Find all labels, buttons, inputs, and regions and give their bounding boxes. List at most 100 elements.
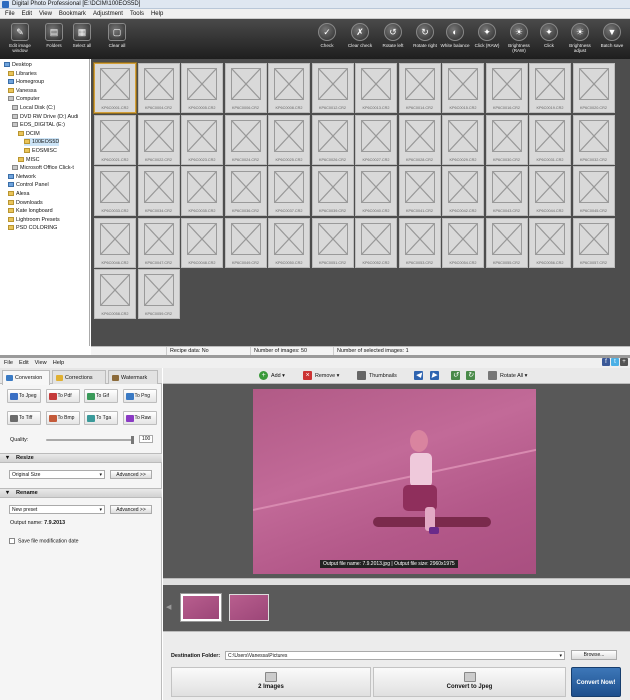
thumbnail[interactable]: KP6C0052.CR2 [355, 217, 397, 268]
edit-image-window-button[interactable]: ✎ Edit image window [3, 21, 37, 57]
thumbnail[interactable]: KP6C0053.CR2 [398, 217, 441, 268]
thumbnail[interactable]: KP6C0045.CR2 [572, 166, 615, 216]
menu-edit[interactable]: Edit [22, 11, 32, 17]
tree-item[interactable]: Homegroup [8, 78, 44, 86]
thumbnail[interactable]: KP6C0006.CR2 [224, 63, 267, 113]
save-mod-date-checkbox[interactable]: Save file modification date [9, 538, 79, 544]
clear-all-button[interactable]: ▢ Clear all [100, 21, 134, 57]
thumbnail[interactable]: KP6C0051.CR2 [311, 217, 354, 268]
menu-help[interactable]: Help [151, 11, 163, 17]
thumbnail[interactable]: KP6C0027.CR2 [355, 114, 397, 165]
clear-check-button[interactable]: ✗ Clear check [343, 21, 377, 57]
thumbnail[interactable]: KP6C0021.CR2 [94, 114, 136, 165]
tree-item[interactable]: Lightroom Presets [8, 216, 60, 224]
to-tiff-button[interactable]: To Tiff [7, 411, 41, 425]
thumbnail[interactable]: KP6C0049.CR2 [224, 217, 267, 268]
thumbnail[interactable]: KP6C0032.CR2 [572, 114, 615, 165]
click-raw-button[interactable]: ✦ Click (RAW) [470, 21, 504, 57]
thumbnail[interactable]: KP6C0001.CR2 [94, 63, 136, 113]
batch-save-button[interactable]: ▼ Batch save [595, 21, 629, 57]
thumbnail[interactable]: KP6C0012.CR2 [311, 63, 354, 113]
tree-item[interactable]: PSD COLORING [8, 224, 57, 232]
facebook-icon[interactable]: f [602, 358, 610, 366]
tree-item[interactable]: Network [8, 173, 36, 181]
to-raw-button[interactable]: To Raw [122, 411, 157, 425]
to-gif-button[interactable]: To Gif [84, 389, 118, 403]
thumbnail[interactable]: KP6C0034.CR2 [137, 166, 180, 216]
thumbnail[interactable]: KP6C0039.CR2 [311, 166, 354, 216]
filmstrip-left-icon[interactable]: ◀ [166, 603, 171, 611]
menu2-file[interactable]: File [4, 360, 13, 366]
check-button[interactable]: ✓ Check [310, 21, 344, 57]
thumbnail[interactable]: KP6C0025.CR2 [268, 114, 310, 165]
rotate-right-button[interactable]: ↻ Rotate right [408, 21, 442, 57]
click-button[interactable]: ✦ Click [532, 21, 566, 57]
filmstrip-thumb-1[interactable] [181, 594, 221, 621]
quality-slider[interactable] [46, 436, 134, 444]
thumbnail[interactable]: KP6C0050.CR2 [268, 217, 310, 268]
convert-now-button[interactable]: Convert Now! [571, 667, 621, 697]
thumbnail[interactable]: KP6C0016.CR2 [485, 63, 528, 113]
thumbnail[interactable]: KP6C0041.CR2 [398, 166, 441, 216]
rename-advanced-button[interactable]: Advanced >> [110, 505, 152, 514]
thumbnail[interactable]: KP6C0044.CR2 [529, 166, 571, 216]
resize-advanced-button[interactable]: Advanced >> [110, 470, 152, 479]
thumbnail[interactable]: KP6C0024.CR2 [224, 114, 267, 165]
thumbnail[interactable]: KP6C0015.CR2 [442, 63, 484, 113]
tree-item[interactable]: EOSMISC [24, 147, 57, 155]
rename-dropdown[interactable]: New preset [9, 505, 105, 514]
quality-value[interactable]: 100 [139, 435, 153, 443]
menu-file[interactable]: File [5, 11, 15, 17]
thumbnail[interactable]: KP6C0028.CR2 [398, 114, 441, 165]
thumbnail[interactable]: KP6C0037.CR2 [268, 166, 310, 216]
tree-item[interactable]: Vanessa [8, 87, 37, 95]
thumbnail[interactable]: KP6C0026.CR2 [311, 114, 354, 165]
menu-tools[interactable]: Tools [130, 11, 144, 17]
to-bmp-button[interactable]: To Bmp [45, 411, 80, 425]
thumbnail[interactable]: KP6C0004.CR2 [137, 63, 180, 113]
tree-item[interactable]: MISC [18, 156, 39, 164]
to-png-button[interactable]: To Png [122, 389, 157, 403]
thumbnail[interactable]: KP6C0055.CR2 [485, 217, 528, 268]
tree-item[interactable]: Desktop [4, 61, 32, 69]
remove-button[interactable]: × Remove ▾ [303, 371, 339, 381]
thumbnail[interactable]: KP6C0054.CR2 [442, 217, 484, 268]
quality-slider-handle[interactable] [131, 436, 134, 444]
tab-watermark[interactable]: Watermark [108, 370, 158, 384]
to-tga-button[interactable]: To Tga [84, 411, 118, 425]
thumbnail[interactable]: KP6C0057.CR2 [572, 217, 615, 268]
white-balance-button[interactable]: ◐ White balance [438, 21, 472, 57]
destination-input[interactable]: C:\Users\Vanessa\Pictures [225, 651, 565, 660]
to-jpeg-button[interactable]: To Jpeg [7, 389, 41, 403]
menu-view[interactable]: View [39, 11, 52, 17]
checkbox-box[interactable] [9, 538, 15, 544]
thumbnail[interactable]: KP6C0029.CR2 [442, 114, 484, 165]
menu2-edit[interactable]: Edit [19, 360, 29, 366]
tree-item[interactable]: Local Disk (C:) [12, 104, 55, 112]
tree-item[interactable]: Downloads [8, 199, 43, 207]
rotate-left-button[interactable]: ↺ [451, 371, 463, 381]
thumbnail[interactable]: KP6C0014.CR2 [398, 63, 441, 113]
rename-header[interactable]: Rename [0, 488, 162, 498]
thumbnail[interactable]: KP6C0046.CR2 [94, 217, 136, 268]
resize-header[interactable]: Resize [0, 453, 162, 463]
brightness-adjust-button[interactable]: ☀ Brightness adjust [563, 21, 597, 57]
brightness-raw-button[interactable]: ☀ Brightness (RAW) [502, 21, 536, 57]
browse-button[interactable]: Browse... [571, 650, 617, 660]
tree-item[interactable]: Alexa [8, 190, 30, 198]
thumbnail[interactable]: KP6C0059.CR2 [137, 269, 180, 319]
twitter-icon[interactable]: t [611, 358, 619, 366]
tree-item[interactable]: Control Panel [8, 181, 49, 189]
rotate-left-button[interactable]: ↺ Rotate left [376, 21, 410, 57]
tree-item[interactable]: DVD RW Drive (D:) Audi [12, 113, 78, 121]
thumbnail[interactable]: KP6C0040.CR2 [355, 166, 397, 216]
menu-bookmark[interactable]: Bookmark [59, 11, 86, 17]
share-icon[interactable]: + [620, 358, 628, 366]
tree-item[interactable]: Kate longboard [8, 207, 53, 215]
thumbnail[interactable]: KP6C0020.CR2 [572, 63, 615, 113]
resize-dropdown[interactable]: Original Size [9, 470, 105, 479]
menu2-help[interactable]: Help [53, 360, 65, 366]
tree-item[interactable]: DCIM [18, 130, 40, 138]
thumbnail[interactable]: KP6C0056.CR2 [529, 217, 571, 268]
thumbnail[interactable]: KP6C0023.CR2 [181, 114, 223, 165]
